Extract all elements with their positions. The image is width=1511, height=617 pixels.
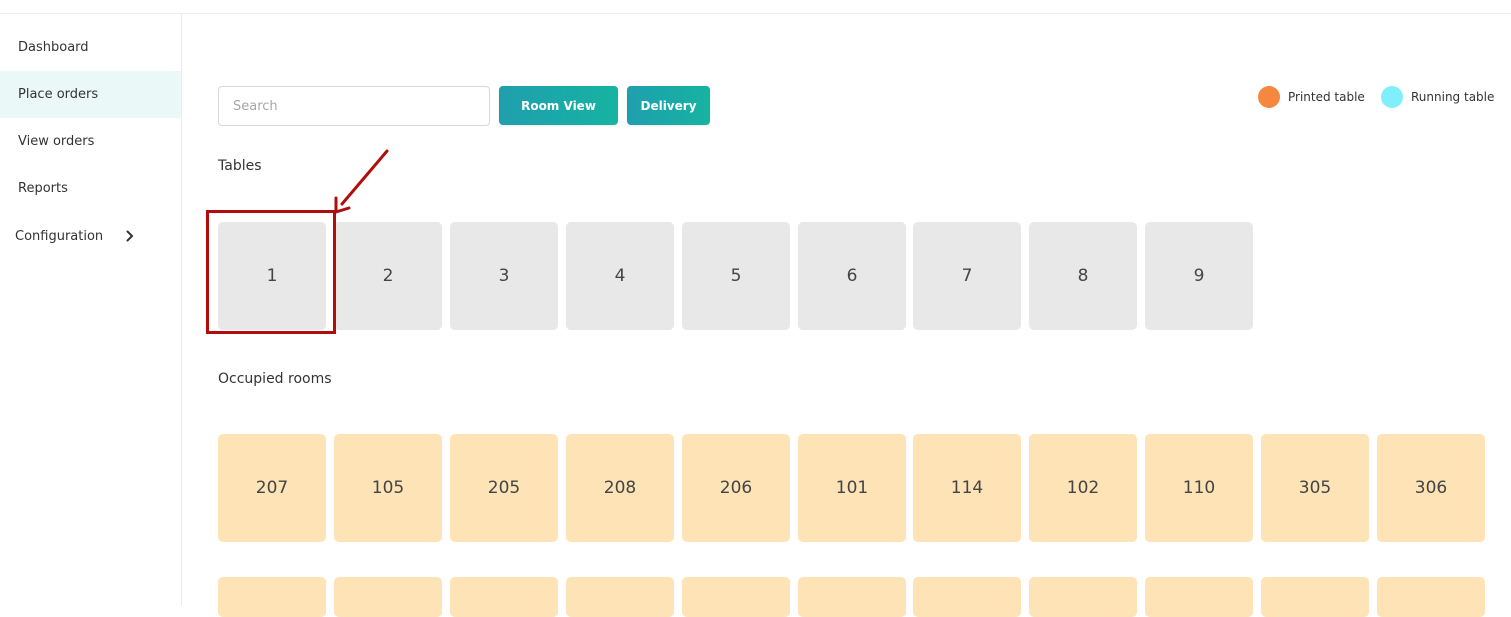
room-tile[interactable] xyxy=(1145,577,1253,617)
sidebar-item-view-orders[interactable]: View orders xyxy=(0,118,181,165)
room-tile[interactable] xyxy=(913,577,1021,617)
search-input[interactable] xyxy=(218,86,490,126)
room-tile-306[interactable]: 306 xyxy=(1377,434,1485,542)
room-tile[interactable] xyxy=(218,577,326,617)
sidebar-item-dashboard[interactable]: Dashboard xyxy=(0,24,181,71)
table-tile-3[interactable]: 3 xyxy=(450,222,558,330)
legend-running-table: Running table xyxy=(1381,86,1506,108)
room-tile-105[interactable]: 105 xyxy=(334,434,442,542)
room-tile[interactable] xyxy=(1377,577,1485,617)
table-tile-7[interactable]: 7 xyxy=(913,222,1021,330)
room-view-button[interactable]: Room View xyxy=(499,86,618,125)
room-tile-305[interactable]: 305 xyxy=(1261,434,1369,542)
sidebar-item-label: Configuration xyxy=(15,229,104,244)
room-tile[interactable] xyxy=(450,577,558,617)
table-tile-5[interactable]: 5 xyxy=(682,222,790,330)
room-tile[interactable] xyxy=(682,577,790,617)
annotation-arrow-icon xyxy=(334,149,389,214)
legend-label: Running table xyxy=(1411,90,1495,104)
room-tile[interactable] xyxy=(1029,577,1137,617)
sidebar-item-place-orders[interactable]: Place orders xyxy=(0,71,181,118)
room-tile-114[interactable]: 114 xyxy=(913,434,1021,542)
printed-table-dot-icon xyxy=(1258,86,1280,108)
table-tile-8[interactable]: 8 xyxy=(1029,222,1137,330)
chevron-right-icon xyxy=(124,213,136,260)
occupied-rooms-section-title: Occupied rooms xyxy=(218,371,332,387)
room-tile[interactable] xyxy=(1261,577,1369,617)
table-tile-9[interactable]: 9 xyxy=(1145,222,1253,330)
table-tile-6[interactable]: 6 xyxy=(798,222,906,330)
delivery-button[interactable]: Delivery xyxy=(627,86,710,125)
tables-section-title: Tables xyxy=(218,158,262,174)
running-table-dot-icon xyxy=(1381,86,1403,108)
legend-label: Printed table xyxy=(1288,90,1365,104)
room-tile[interactable] xyxy=(566,577,674,617)
room-tile-206[interactable]: 206 xyxy=(682,434,790,542)
sidebar-item-label: Dashboard xyxy=(18,40,89,55)
room-tile[interactable] xyxy=(334,577,442,617)
top-divider xyxy=(0,13,1511,14)
room-tile-208[interactable]: 208 xyxy=(566,434,674,542)
table-tile-4[interactable]: 4 xyxy=(566,222,674,330)
sidebar-item-configuration[interactable]: Configuration xyxy=(0,213,181,260)
room-tile-102[interactable]: 102 xyxy=(1029,434,1137,542)
sidebar-item-label: View orders xyxy=(18,134,95,149)
room-tile-101[interactable]: 101 xyxy=(798,434,906,542)
room-tile-110[interactable]: 110 xyxy=(1145,434,1253,542)
room-tile-207[interactable]: 207 xyxy=(218,434,326,542)
room-tile-205[interactable]: 205 xyxy=(450,434,558,542)
table-tile-1[interactable]: 1 xyxy=(218,222,326,330)
table-tile-2[interactable]: 2 xyxy=(334,222,442,330)
sidebar-item-label: Reports xyxy=(18,181,68,196)
sidebar: Dashboard Place orders View orders Repor… xyxy=(0,14,182,606)
legend-printed-table: Printed table xyxy=(1258,86,1373,108)
room-tile[interactable] xyxy=(798,577,906,617)
sidebar-item-label: Place orders xyxy=(18,87,99,102)
sidebar-item-reports[interactable]: Reports xyxy=(0,165,181,212)
